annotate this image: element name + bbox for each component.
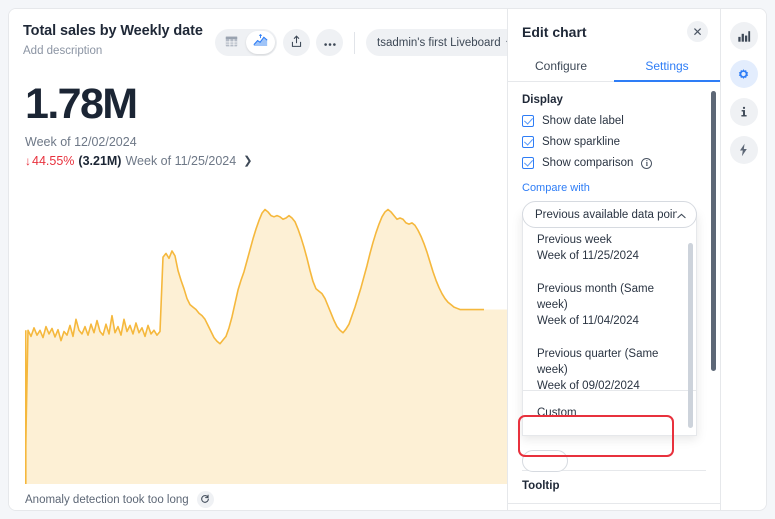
panel-tabs: Configure Settings (508, 55, 720, 82)
app-root: Total sales by Weekly date Add descripti… (0, 0, 775, 519)
view-toggle-group (215, 29, 277, 56)
more-icon (323, 35, 337, 50)
dropdown-item-subtitle: Week of 11/25/2024 (537, 248, 682, 264)
checkbox-icon[interactable] (522, 136, 534, 148)
dropdown-item-title: Previous month (Same week) (537, 281, 682, 313)
checkbox-label: Show date label (542, 115, 624, 127)
kpi-date-label: Week of 12/02/2024 (25, 134, 536, 150)
chart-footer: Anomaly detection took too long (25, 491, 214, 508)
dropdown-scrollbar[interactable] (688, 243, 693, 428)
dropdown-item-previous-month[interactable]: Previous month (Same week) Week of 11/04… (523, 272, 696, 337)
kpi-value: 1.78M (25, 81, 536, 127)
sparkline-area (25, 210, 520, 485)
close-icon[interactable]: ✕ (687, 21, 708, 42)
tooltip-section-title: Tooltip (522, 480, 559, 492)
chart-pane: Total sales by Weekly date Add descripti… (9, 9, 536, 510)
compare-with-label[interactable]: Compare with (522, 182, 720, 194)
share-button[interactable] (283, 29, 310, 56)
share-icon (290, 35, 303, 51)
compare-with-selected-value: Previous available data poin (535, 209, 677, 221)
kpi-chart-icon (253, 34, 268, 51)
dropdown-item-previous-week[interactable]: Previous week Week of 11/25/2024 (523, 223, 696, 272)
tab-configure[interactable]: Configure (508, 55, 614, 81)
checkbox-show-comparison[interactable]: Show comparison i (522, 157, 720, 169)
dropdown-item-title: Previous week (537, 232, 682, 248)
kpi-comparison[interactable]: ↓ 44.55% (3.21M) Week of 11/25/2024 ❯ (25, 153, 536, 170)
kpi-chart-view-button[interactable] (246, 31, 275, 54)
lightning-icon[interactable] (730, 136, 758, 164)
kpi-block: 1.78M Week of 12/02/2024 ↓ 44.55% (3.21M… (9, 65, 536, 170)
info-icon[interactable]: i (641, 158, 652, 169)
dropdown-item-subtitle: Week of 11/04/2024 (537, 313, 682, 329)
more-options-button[interactable] (316, 29, 343, 56)
hidden-control-button[interactable] (522, 450, 568, 472)
anomaly-message: Anomaly detection took too long (25, 494, 189, 506)
table-view-button[interactable] (217, 31, 246, 54)
dropdown-item-title: Previous quarter (Same week) (537, 346, 682, 378)
panel-body: Display Show date label Show sparkline S… (508, 82, 720, 228)
edit-chart-panel: Edit chart ✕ Configure Settings Display … (507, 9, 720, 510)
checkbox-icon[interactable] (522, 157, 534, 169)
compare-with-select[interactable]: Previous available data poin (522, 201, 697, 228)
table-icon (225, 35, 238, 51)
chart-card: Total sales by Weekly date Add descripti… (8, 8, 767, 511)
chart-header: Total sales by Weekly date Add descripti… (9, 9, 536, 65)
refresh-icon (200, 492, 210, 507)
retry-button[interactable] (197, 491, 214, 508)
checkbox-icon[interactable] (522, 115, 534, 127)
dropdown-scroll-area: Week of 11/25/2024 Previous week Week of… (523, 213, 696, 391)
sparkline-chart (25, 179, 520, 484)
dropdown-item-custom[interactable]: Custom (523, 391, 696, 435)
sparkline-svg (25, 179, 520, 484)
panel-scrollbar[interactable] (711, 91, 716, 371)
right-icon-rail (720, 9, 766, 510)
compare-with-dropdown: Week of 11/25/2024 Previous week Week of… (522, 212, 697, 436)
chevron-up-icon (677, 206, 686, 224)
panel-bottom-divider (508, 503, 720, 504)
panel-header: Edit chart ✕ (508, 9, 720, 55)
gear-icon[interactable] (730, 60, 758, 88)
kpi-compare-date: Week of 11/25/2024 (125, 153, 236, 170)
kpi-change-percent: 44.55% (32, 153, 74, 170)
down-arrow-icon: ↓ (25, 153, 31, 170)
chevron-right-icon[interactable]: ❯ (243, 153, 252, 170)
checkbox-show-sparkline[interactable]: Show sparkline (522, 136, 720, 148)
tab-settings[interactable]: Settings (614, 55, 720, 81)
checkbox-label: Show sparkline (542, 136, 620, 148)
info-icon[interactable] (730, 98, 758, 126)
checkbox-label: Show comparison (542, 157, 633, 169)
bar-chart-icon[interactable] (730, 22, 758, 50)
checkbox-show-date-label[interactable]: Show date label (522, 115, 720, 127)
dropdown-item-title: Custom (537, 407, 577, 419)
kpi-change-absolute: (3.21M) (78, 153, 121, 170)
display-section-title: Display (522, 94, 720, 106)
liveboard-name[interactable]: tsadmin's first Liveboard (377, 37, 501, 49)
toolbar-divider (354, 32, 355, 54)
